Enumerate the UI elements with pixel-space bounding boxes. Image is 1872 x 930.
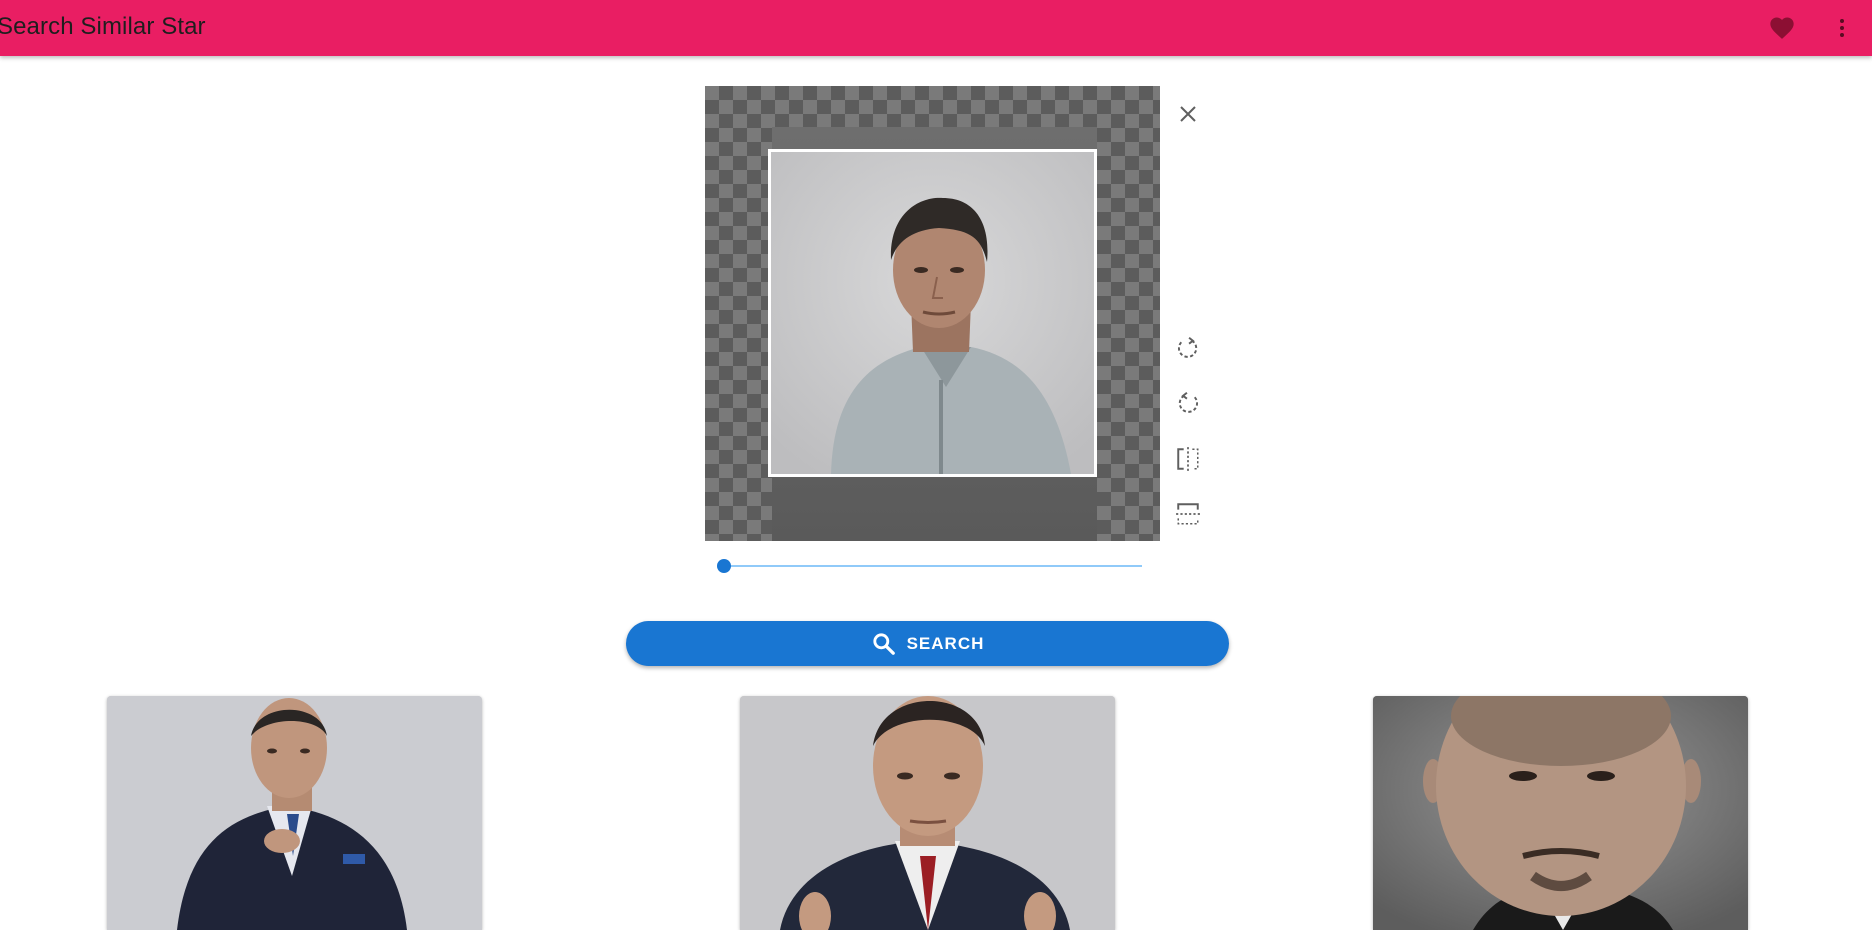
result-photo — [740, 696, 1115, 930]
favorites-button[interactable] — [1762, 8, 1802, 48]
search-icon — [872, 632, 895, 655]
search-button[interactable]: SEARCH — [626, 621, 1229, 666]
rotate-right-icon — [1177, 336, 1198, 358]
heart-icon — [1770, 17, 1794, 39]
result-card[interactable] — [1373, 696, 1748, 930]
zoom-slider-thumb[interactable] — [717, 559, 731, 573]
flip-vertical-icon — [1176, 503, 1200, 525]
rotate-left-icon — [1178, 391, 1199, 413]
more-options-button[interactable] — [1822, 8, 1862, 48]
zoom-slider[interactable] — [717, 556, 1142, 576]
uploaded-face-photo — [771, 152, 1094, 474]
close-button[interactable] — [1168, 94, 1208, 134]
app-title: Search Similar Star — [0, 13, 206, 40]
close-icon — [1180, 106, 1196, 122]
flip-vertical-button[interactable] — [1168, 494, 1208, 534]
zoom-slider-track — [724, 565, 1142, 567]
more-vert-icon — [1840, 19, 1844, 37]
image-cropper[interactable] — [705, 86, 1160, 541]
search-button-label: SEARCH — [906, 633, 985, 653]
result-card[interactable] — [107, 696, 482, 930]
flip-horizontal-icon — [1177, 447, 1199, 471]
flip-horizontal-button[interactable] — [1168, 439, 1208, 479]
result-photo — [1373, 696, 1748, 930]
result-card[interactable] — [740, 696, 1115, 930]
crop-area[interactable] — [768, 149, 1097, 477]
rotate-left-button[interactable] — [1168, 383, 1208, 423]
result-photo — [107, 696, 482, 930]
rotate-right-button[interactable] — [1168, 328, 1208, 368]
app-bar: Search Similar Star — [0, 0, 1872, 56]
